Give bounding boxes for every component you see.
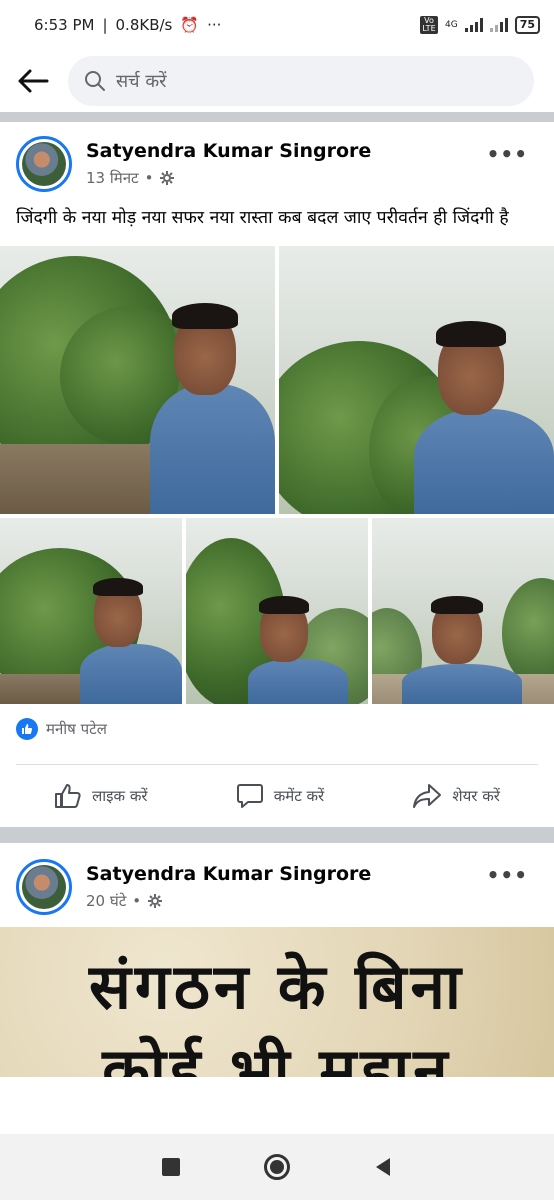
system-nav-bar	[0, 1134, 554, 1200]
status-bar: 6:53 PM | 0.8KB/s ⏰ ··· Vo LTE 4G 75	[0, 0, 554, 50]
post-photo[interactable]	[372, 518, 554, 704]
comment-button[interactable]: कमेंट करें	[236, 783, 324, 809]
image-text-line: संगठन के बिना	[89, 950, 465, 1023]
post-header: Satyendra Kumar Singrore 13 मिनट • •••	[0, 122, 554, 192]
back-triangle-icon[interactable]	[374, 1157, 392, 1177]
stop-square-icon[interactable]	[162, 1158, 180, 1176]
comment-icon	[236, 784, 263, 808]
back-button[interactable]	[16, 64, 50, 98]
share-icon	[413, 784, 442, 808]
more-options-icon[interactable]: •••	[487, 142, 528, 166]
search-header: सर्च करें	[0, 50, 554, 112]
avatar[interactable]	[16, 859, 72, 915]
post-image[interactable]: संगठन के बिना कोई भी महान	[0, 927, 554, 1077]
post-photo[interactable]	[0, 518, 182, 704]
reactions-summary[interactable]: मनीष पटेल	[0, 704, 554, 754]
image-text-line: कोई भी महान	[102, 1034, 452, 1077]
network-speed: 0.8KB/s	[115, 16, 173, 34]
more-notifications-icon: ···	[207, 16, 222, 34]
like-button[interactable]: लाइक करें	[54, 783, 147, 809]
audience-gear-icon	[160, 171, 175, 185]
battery-icon: 75	[514, 16, 540, 34]
post-header: Satyendra Kumar Singrore 20 घंटे • •••	[0, 843, 554, 915]
audience-gear-icon	[148, 894, 163, 908]
post-timestamp[interactable]: 13 मिनट	[86, 168, 139, 188]
like-icon	[55, 784, 81, 808]
post-timestamp[interactable]: 20 घंटे	[86, 891, 126, 911]
signal-2-icon	[489, 18, 508, 32]
post-text: जिंदगी के नया मोड़ नया सफर नया रास्ता कब…	[16, 208, 509, 228]
like-reaction-icon	[16, 718, 38, 740]
search-placeholder: सर्च करें	[116, 71, 167, 92]
alarm-icon: ⏰	[180, 16, 200, 34]
back-arrow-icon	[18, 69, 49, 93]
home-circle-icon[interactable]	[264, 1154, 290, 1180]
post-photo[interactable]	[186, 518, 368, 704]
avatar[interactable]	[16, 136, 72, 192]
post-card: Satyendra Kumar Singrore 13 मिनट • ••• ज…	[0, 122, 554, 827]
section-divider	[0, 827, 554, 843]
author-name[interactable]: Satyendra Kumar Singrore	[86, 863, 371, 885]
section-divider	[0, 112, 554, 122]
photo-grid	[0, 246, 554, 704]
signal-icon	[464, 18, 483, 32]
post-photo[interactable]	[0, 246, 275, 514]
network-type: 4G	[444, 20, 458, 30]
volte-badge: Vo LTE	[419, 16, 438, 34]
reaction-name: मनीष पटेल	[46, 720, 107, 738]
search-input[interactable]: सर्च करें	[68, 56, 534, 106]
search-icon	[85, 71, 105, 91]
post-card: Satyendra Kumar Singrore 20 घंटे • ••• स…	[0, 843, 554, 1077]
post-photo[interactable]	[279, 246, 554, 514]
status-time: 6:53 PM	[34, 16, 95, 34]
post-actions: लाइक करें कमेंट करें शेयर करें	[0, 765, 554, 827]
author-name[interactable]: Satyendra Kumar Singrore	[86, 140, 371, 162]
more-options-icon[interactable]: •••	[487, 863, 528, 887]
share-button[interactable]: शेयर करें	[412, 783, 500, 809]
